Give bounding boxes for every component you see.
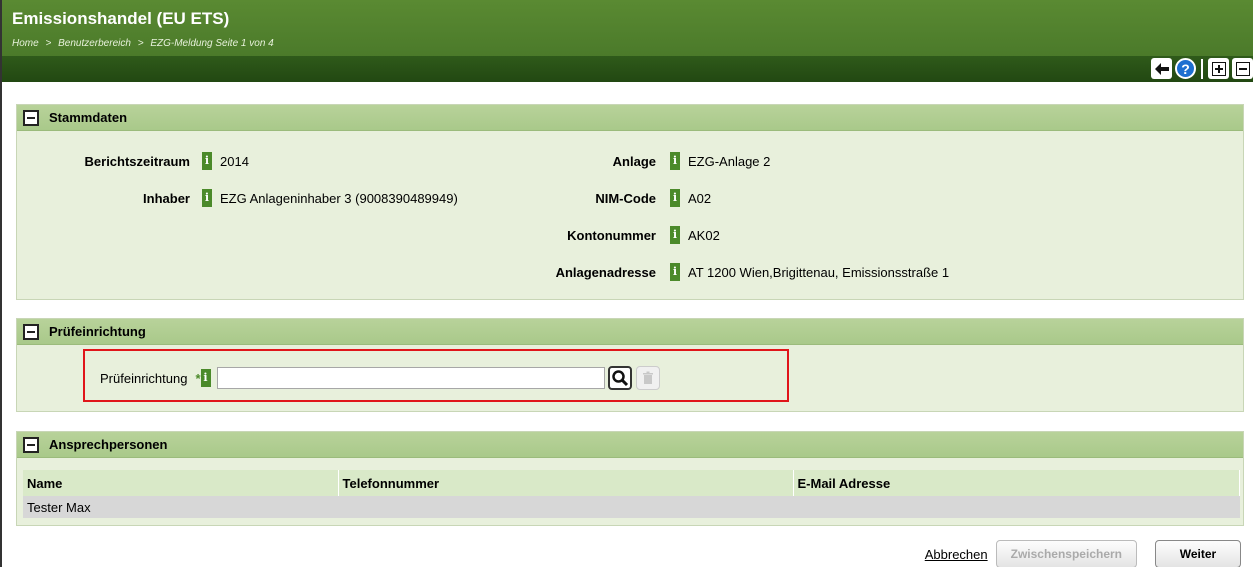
table-cell xyxy=(793,496,1240,518)
app-header: Emissionshandel (EU ETS) Home > Benutzer… xyxy=(2,0,1253,56)
breadcrumb-benutzerbereich[interactable]: Benutzerbereich xyxy=(58,38,131,49)
info-icon[interactable]: i xyxy=(202,152,212,170)
table-cell: Tester Max xyxy=(23,496,338,518)
trash-icon[interactable] xyxy=(635,366,660,390)
info-icon[interactable]: i xyxy=(670,152,680,170)
toolbar-icons: ? xyxy=(1151,58,1253,79)
app-title: Emissionshandel (EU ETS) xyxy=(12,9,230,28)
info-icon[interactable]: i xyxy=(670,226,680,244)
next-button[interactable]: Weiter xyxy=(1155,540,1241,567)
toolbar-separator xyxy=(1201,58,1203,79)
footer-actions: Abbrechen Zwischenspeichern Weiter xyxy=(925,540,1241,567)
field-label: Kontonummer xyxy=(567,227,656,243)
field-pruefeinrichtung: Prüfeinrichtung * i xyxy=(100,366,660,390)
column-header-telefon: Telefonnummer xyxy=(338,470,794,496)
field-value: EZG Anlageninhaber 3 (9008390489949) xyxy=(220,190,458,206)
expand-all-icon[interactable] xyxy=(1208,58,1229,79)
save-draft-button[interactable]: Zwischenspeichern xyxy=(995,540,1137,567)
panel-title: Stammdaten xyxy=(49,110,128,125)
info-icon[interactable]: i xyxy=(670,263,680,281)
panel-title: Prüfeinrichtung xyxy=(49,324,146,339)
breadcrumb-separator: > xyxy=(137,38,144,49)
info-icon[interactable]: i xyxy=(202,189,212,207)
info-icon[interactable]: i xyxy=(670,189,680,207)
field-label: Anlage xyxy=(612,153,656,169)
ansprechpersonen-header[interactable]: Ansprechpersonen xyxy=(17,432,1243,458)
table-header-row: Name Telefonnummer E-Mail Adresse xyxy=(23,470,1240,496)
breadcrumb-home[interactable]: Home xyxy=(12,38,39,49)
field-value: AT 1200 Wien,Brigittenau, Emissionsstraß… xyxy=(688,264,950,280)
field-anlage: Anlage i EZG-Anlage 2 xyxy=(520,151,770,171)
field-label: Berichtszeitraum xyxy=(84,153,190,169)
ansprechpersonen-table: Name Telefonnummer E-Mail Adresse Tester… xyxy=(23,470,1240,518)
pruefeinrichtung-input[interactable] xyxy=(216,367,605,389)
field-inhaber: Inhaber i EZG Anlageninhaber 3 (90083904… xyxy=(60,188,458,208)
field-value: AK02 xyxy=(688,227,720,243)
field-kontonummer: Kontonummer i AK02 xyxy=(520,225,720,245)
pruefeinrichtung-header[interactable]: Prüfeinrichtung xyxy=(17,319,1243,345)
field-value: EZG-Anlage 2 xyxy=(688,153,771,169)
table-row[interactable]: Tester Max xyxy=(23,496,1240,518)
column-header-name: Name xyxy=(23,470,339,496)
search-icon[interactable] xyxy=(607,366,632,390)
breadcrumb-current: EZG-Meldung Seite 1 von 4 xyxy=(150,38,274,49)
collapse-all-icon[interactable] xyxy=(1232,58,1253,79)
help-icon[interactable]: ? xyxy=(1175,58,1196,79)
cancel-link[interactable]: Abbrechen xyxy=(925,547,988,562)
back-arrow-icon[interactable] xyxy=(1151,58,1172,79)
field-label: Anlagenadresse xyxy=(555,264,656,280)
panel-title: Ansprechpersonen xyxy=(49,437,168,452)
toolbar: ? xyxy=(2,56,1253,82)
field-berichtszeitraum: Berichtszeitraum i 2014 xyxy=(60,151,249,171)
info-icon[interactable]: i xyxy=(200,369,211,387)
field-label: Inhaber xyxy=(143,190,190,206)
field-value: 2014 xyxy=(220,153,249,169)
field-label: Prüfeinrichtung xyxy=(100,370,188,386)
stammdaten-header[interactable]: Stammdaten xyxy=(17,105,1243,131)
collapse-icon[interactable] xyxy=(23,436,39,453)
collapse-icon[interactable] xyxy=(23,109,39,126)
field-value: A02 xyxy=(688,190,712,206)
field-anlagenadresse: Anlagenadresse i AT 1200 Wien,Brigittena… xyxy=(520,262,949,282)
breadcrumb-separator: > xyxy=(45,38,52,49)
table-cell xyxy=(338,496,793,518)
breadcrumb: Home > Benutzerbereich > EZG-Meldung Sei… xyxy=(12,38,278,49)
column-header-email: E-Mail Adresse xyxy=(793,470,1240,496)
field-label: NIM-Code xyxy=(595,190,656,206)
collapse-icon[interactable] xyxy=(23,323,39,340)
field-nim-code: NIM-Code i A02 xyxy=(520,188,711,208)
